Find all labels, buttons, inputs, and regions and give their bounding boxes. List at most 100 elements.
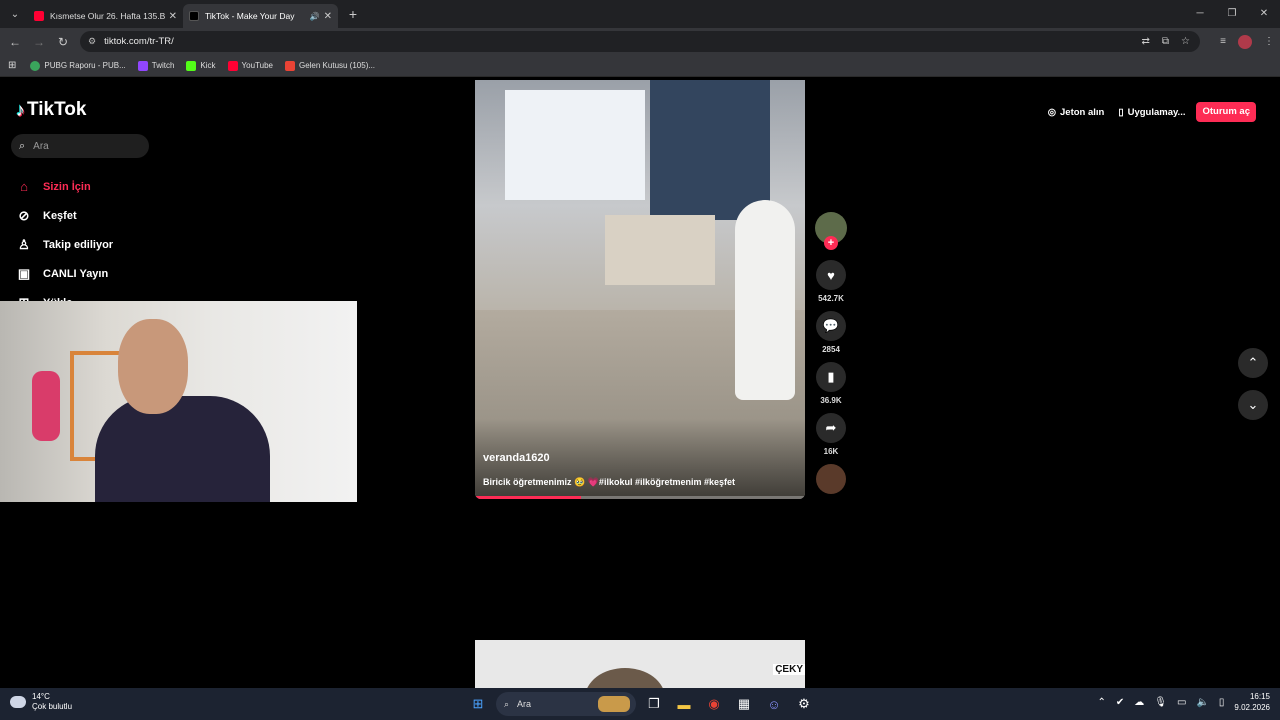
sidebar-item-live[interactable]: ▣ CANLI Yayın — [15, 259, 113, 288]
bookmark-twitch[interactable]: Twitch — [137, 60, 174, 71]
clock-time: 16:15 — [1249, 692, 1270, 701]
bookmark-icon[interactable]: ▮ — [816, 362, 846, 392]
open-in-app-icon[interactable]: ⧉ — [1162, 36, 1169, 47]
bookmark-gmail[interactable]: Gelen Kutusu (105)... — [284, 60, 376, 71]
comment-action[interactable]: 💬 2854 — [815, 311, 847, 357]
get-coins-button[interactable]: ◎ Jeton alın — [1045, 101, 1108, 123]
music-disc-icon[interactable] — [816, 464, 846, 494]
tab-kismetse-olur[interactable]: Kısmetse Olur 26. Hafta 135.Bö ✕ — [28, 4, 183, 28]
sidebar-item-label: CANLI Yayın — [43, 267, 109, 280]
like-action[interactable]: ♥ 542.7K — [815, 260, 847, 306]
pubg-favicon-icon — [30, 60, 41, 71]
bookmark-kick[interactable]: Kick — [186, 60, 216, 71]
url-text: tiktok.com/tr-TR/ — [104, 36, 174, 47]
share-action[interactable]: ➦ 16K — [815, 413, 847, 459]
tab-search-chevron-icon[interactable]: ⌄ — [2, 3, 28, 25]
task-view-icon[interactable]: ❐ — [642, 692, 666, 716]
close-window-icon[interactable]: ✕ — [1248, 0, 1280, 28]
video-progress-bar[interactable] — [475, 496, 805, 499]
share-icon[interactable]: ➦ — [816, 413, 846, 443]
sidebar-item-following[interactable]: ♙ Takip ediliyor — [15, 230, 113, 259]
video-author[interactable]: veranda1620 — [483, 452, 550, 464]
search-input[interactable]: ⌕ Ara — [11, 134, 149, 158]
clock[interactable]: 16:15 9.02.2026 — [1234, 691, 1270, 713]
tray-app-icon[interactable]: ✔ — [1116, 697, 1124, 708]
author-avatar[interactable]: + — [815, 212, 847, 250]
discord-icon[interactable]: ☺ — [762, 692, 786, 716]
comment-icon[interactable]: 💬 — [816, 311, 846, 341]
minimize-icon[interactable]: ─ — [1184, 0, 1216, 28]
youtube-icon — [227, 60, 238, 71]
login-button[interactable]: Oturum aç — [1196, 102, 1256, 122]
translate-icon[interactable]: ⇄ — [1142, 36, 1150, 47]
speaker-icon[interactable]: 🔊 — [310, 12, 320, 21]
taskbar-search-input[interactable]: ⌕ Ara — [496, 692, 636, 716]
back-icon[interactable]: ← — [3, 35, 27, 49]
tab-tiktok[interactable]: TikTok - Make Your Day 🔊 ✕ — [183, 4, 338, 28]
search-highlight-image — [598, 696, 630, 712]
previous-video-chevron-up-icon[interactable]: ⌃ — [1238, 348, 1268, 378]
sidebar-item-label: Takip ediliyor — [43, 238, 114, 251]
video-actions: + ♥ 542.7K 💬 2854 ▮ 36.9K ➦ 16K — [815, 212, 847, 494]
taskbar-search-placeholder: Ara — [517, 699, 532, 709]
media-control-icon[interactable]: ≡ — [1220, 36, 1226, 47]
windows-start-icon[interactable]: ⊞ — [466, 692, 490, 716]
weather-widget[interactable]: 14°C Çok bulutlu — [10, 692, 72, 712]
sidebar-item-label: Sizin İçin — [43, 180, 91, 193]
sidebar-item-explore[interactable]: ⊘ Keşfet — [15, 201, 113, 230]
tiktok-logo[interactable]: ♪ TikTok — [16, 99, 86, 121]
bookmark-label: Gelen Kutusu (105)... — [298, 61, 376, 70]
settings-icon[interactable]: ⚙ — [792, 692, 816, 716]
webcam-microphone — [32, 371, 60, 441]
volume-icon[interactable]: 🔈 — [1196, 697, 1208, 708]
chrome-icon[interactable]: ◉ — [702, 692, 726, 716]
tiktok-favicon-icon — [189, 11, 199, 21]
coin-icon: ◎ — [1047, 106, 1056, 118]
video-description: Biricik öğretmenimiz 🥹 💗#ilkokul #ilköğr… — [483, 477, 735, 487]
new-tab-button[interactable]: + — [344, 6, 362, 22]
save-action[interactable]: ▮ 36.9K — [815, 362, 847, 408]
bookmark-pubg[interactable]: PUBG Raporu - PUB... — [30, 60, 126, 71]
home-icon: ⌂ — [20, 179, 28, 194]
apps-grid-icon[interactable]: ⊞ — [8, 60, 16, 71]
next-video-preview[interactable]: ÇEKY — [475, 640, 805, 688]
get-app-button[interactable]: ▯ Uygulamay... — [1115, 101, 1188, 123]
get-app-label: Uygulamay... — [1127, 106, 1186, 118]
display-icon[interactable]: ▭ — [1177, 697, 1186, 708]
close-tab-icon[interactable]: ✕ — [169, 11, 177, 22]
browser-menu-icon[interactable]: ⋮ — [1264, 36, 1274, 47]
reload-icon[interactable]: ↻ — [51, 35, 75, 49]
system-tray: ⌃ ✔ ☁ 🎙 ▭ 🔈 ▯ 16:15 9.02.2026 — [1098, 691, 1271, 713]
bookmark-label: YouTube — [241, 61, 273, 70]
save-count: 36.9K — [820, 396, 842, 405]
sidebar-item-for-you[interactable]: ⌂ Sizin İçin — [15, 172, 113, 201]
tab-title: TikTok - Make Your Day — [205, 11, 295, 21]
next-video-person — [585, 668, 665, 688]
search-icon: ⌕ — [504, 698, 510, 709]
bookmark-star-icon[interactable]: ☆ — [1181, 36, 1190, 47]
phone-icon: ▯ — [1118, 106, 1124, 118]
video-player[interactable]: veranda1620 Biricik öğretmenimiz 🥹 💗#ilk… — [475, 80, 805, 499]
maximize-icon[interactable]: ❐ — [1216, 0, 1248, 28]
file-explorer-icon[interactable]: ▬ — [672, 692, 696, 716]
onedrive-icon[interactable]: ☁ — [1134, 697, 1144, 708]
search-icon: ⌕ — [19, 139, 26, 152]
browser-toolbar: ← → ↻ ⚙ tiktok.com/tr-TR/ ⇄ ⧉ ☆ ≡ ⋮ — [0, 28, 1280, 55]
close-tab-icon[interactable]: ✕ — [324, 11, 332, 22]
video-progress-fill — [475, 496, 581, 499]
bookmark-youtube[interactable]: YouTube — [227, 60, 273, 71]
microphone-icon[interactable]: 🎙 — [1154, 697, 1167, 708]
tray-chevron-up-icon[interactable]: ⌃ — [1098, 697, 1106, 708]
follow-plus-icon[interactable]: + — [824, 236, 838, 250]
taskbar: 14°C Çok bulutlu ⊞ ⌕ Ara ❐ ▬ ◉ ▦ ☺ ⚙ ⌃ ✔… — [0, 688, 1280, 720]
heart-icon[interactable]: ♥ — [816, 260, 846, 290]
share-count: 16K — [823, 447, 839, 456]
next-video-chevron-down-icon[interactable]: ⌄ — [1238, 390, 1268, 420]
address-bar[interactable]: ⚙ tiktok.com/tr-TR/ ⇄ ⧉ ☆ — [80, 31, 1200, 52]
tab-bar: ⌄ Kısmetse Olur 26. Hafta 135.Bö ✕ TikTo… — [0, 0, 1280, 28]
battery-icon[interactable]: ▯ — [1219, 697, 1225, 708]
site-info-icon[interactable]: ⚙ — [88, 36, 96, 47]
store-icon[interactable]: ▦ — [732, 692, 756, 716]
forward-icon[interactable]: → — [27, 35, 51, 49]
profile-avatar-icon[interactable] — [1238, 34, 1252, 49]
